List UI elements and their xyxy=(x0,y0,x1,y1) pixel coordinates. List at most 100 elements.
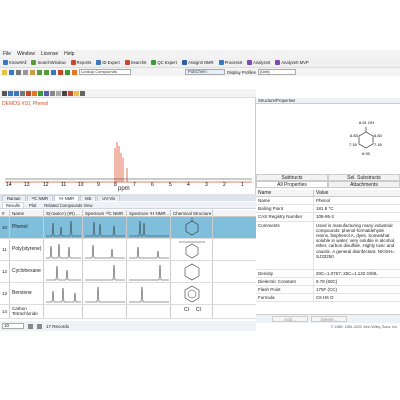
tick-11: 11 xyxy=(61,182,66,186)
col-property-name[interactable]: Name xyxy=(256,190,314,196)
qc-expert-button[interactable]: QC Expert xyxy=(149,60,179,65)
table-row[interactable]: 10 Phenol xyxy=(0,217,256,239)
table-row[interactable]: 11 Poly(styrene) xyxy=(0,239,256,261)
x-axis-label: ppm xyxy=(118,186,130,192)
ir-thumbnail xyxy=(44,239,83,260)
property-row[interactable]: Dielectric Constant 9.78 (60C) xyxy=(256,277,400,287)
peak-pick-icon[interactable] xyxy=(26,90,31,96)
tab-raman[interactable]: Raman xyxy=(2,195,26,201)
analyzeit-mvp-button[interactable]: AnalyzeIt MVP xyxy=(273,60,310,65)
analyzeit-button[interactable]: AnalyzeIt xyxy=(245,60,272,65)
col-structure[interactable]: Chemical Structure xyxy=(171,210,213,216)
stack-icon[interactable] xyxy=(44,90,49,96)
zoom-out-icon[interactable] xyxy=(14,90,19,96)
tick-5: 5 xyxy=(169,182,172,186)
menu-help[interactable]: Help xyxy=(61,51,77,57)
property-row[interactable]: Comments Used in manufacturing many indus… xyxy=(256,221,400,270)
results-table-body: 10 Phenol 11 Poly(styrene) 12 Cyclohexan… xyxy=(0,217,256,319)
zoom-icon[interactable] xyxy=(51,69,56,75)
tick-9: 9 xyxy=(97,182,100,186)
tab-all-properties[interactable]: All Properties xyxy=(256,181,328,188)
paste-icon[interactable] xyxy=(30,69,35,75)
next-icon[interactable] xyxy=(37,323,42,329)
h-label-5: 6.83 xyxy=(374,133,383,138)
undo-icon[interactable] xyxy=(37,69,42,75)
c13-thumbnail xyxy=(83,239,127,260)
table-row[interactable]: 12 Cyclohexane xyxy=(0,261,256,283)
cut-icon[interactable] xyxy=(58,69,63,75)
color-icon[interactable] xyxy=(74,90,79,96)
structure-viewer[interactable]: 6.51 OH 6.83 7.18 6.93 7.18 6.83 xyxy=(256,104,400,174)
searchwindow-button[interactable]: SearchWindow xyxy=(29,60,67,65)
phenol-ring xyxy=(358,131,374,149)
property-row[interactable]: Flash Point 175F (CC) xyxy=(256,286,400,295)
open-icon[interactable] xyxy=(2,69,7,75)
record-count: 17 Records xyxy=(46,323,70,329)
col-number[interactable]: # xyxy=(0,210,10,216)
tick-3: 3 xyxy=(205,182,208,186)
table-row[interactable]: 14 Carbon Tetrachloride Cl Cl xyxy=(0,305,256,319)
col-property-value[interactable]: Value xyxy=(314,190,400,196)
tick-2: 2 xyxy=(223,182,226,186)
assignit-nmr-button[interactable]: AssignIt NMR xyxy=(180,60,216,65)
table-row[interactable]: 13 Benzene xyxy=(0,283,256,305)
lookup-compounds-input[interactable]: Lookup Compounds xyxy=(79,69,131,75)
save-icon[interactable] xyxy=(9,69,14,75)
c13-thumbnail xyxy=(83,261,127,282)
property-row[interactable]: Formula C6 H6 O xyxy=(256,294,400,303)
property-row[interactable]: Name Phenol xyxy=(256,197,400,206)
pubchem-button[interactable]: PubChem xyxy=(185,69,225,75)
page-input[interactable]: 10 xyxy=(2,323,24,329)
ir-thumbnail xyxy=(44,261,83,282)
tab-plot[interactable]: Plot xyxy=(26,203,39,208)
pan-icon[interactable] xyxy=(20,90,25,96)
print-icon[interactable] xyxy=(16,69,21,75)
copy-icon[interactable] xyxy=(23,69,28,75)
tab-1h-nmr[interactable]: ¹H NMR xyxy=(54,195,80,201)
prev-icon[interactable] xyxy=(28,323,33,329)
tab-uv-vis[interactable]: UV-Vis xyxy=(97,195,121,201)
tab-ms[interactable]: MS xyxy=(80,195,97,201)
filter-icon[interactable] xyxy=(72,69,77,75)
knowitall-button[interactable]: KnowItAll xyxy=(1,60,28,65)
arrow-icon[interactable] xyxy=(68,90,73,96)
tab-related-compounds[interactable]: Related Compounds View xyxy=(41,203,95,208)
tab-results[interactable]: Results xyxy=(2,201,24,209)
lookup-icon[interactable] xyxy=(65,69,70,75)
property-row[interactable]: CAS Registry Number 108-95-2 xyxy=(256,213,400,222)
col-13c[interactable]: Spectrum ¹³C NMR ... xyxy=(83,210,127,216)
tab-attachments[interactable]: Attachments xyxy=(328,181,400,188)
col-name[interactable]: Name xyxy=(10,210,44,216)
menu-window[interactable]: Window xyxy=(14,51,38,57)
integrate-icon[interactable] xyxy=(32,90,37,96)
redo-icon[interactable] xyxy=(44,69,49,75)
property-row[interactable]: Density 20C=1.0767; 25C=1.132 G/ML xyxy=(256,269,400,278)
tab-subtructs[interactable]: Subtructs xyxy=(256,174,328,181)
menu-file[interactable]: File xyxy=(0,51,14,57)
display-profiles-select[interactable]: (Unit) xyxy=(257,69,296,75)
overlay-icon[interactable] xyxy=(38,90,43,96)
settings-icon[interactable] xyxy=(80,90,85,96)
id-expert-button[interactable]: ID Expert xyxy=(94,60,121,65)
add-button[interactable]: Add... xyxy=(272,316,308,322)
col-1h[interactable]: Spectrum ¹H NMR ... xyxy=(127,210,171,216)
processit-button[interactable]: ProcessIt xyxy=(217,60,244,65)
col-ir[interactable]: S(<auto>) (IR) ... xyxy=(44,210,83,216)
delete-button[interactable]: Delete... xyxy=(311,316,347,322)
structure-thumbnail xyxy=(171,239,213,260)
menu-license[interactable]: License xyxy=(38,51,61,57)
text-icon[interactable] xyxy=(62,90,67,96)
searchit-button[interactable]: SearchIt xyxy=(123,60,149,65)
grid-icon[interactable] xyxy=(56,90,61,96)
oh-label: 6.51 OH xyxy=(359,120,374,125)
fit-icon[interactable] xyxy=(50,90,55,96)
zoom-in-icon[interactable] xyxy=(8,90,13,96)
tick-12: 12 xyxy=(43,182,49,186)
property-row[interactable]: Boiling Point 181.8 °C xyxy=(256,205,400,214)
tab-sel-substructs[interactable]: Sel. Substructs xyxy=(328,174,400,181)
tab-13c-nmr[interactable]: ¹³C NMR xyxy=(26,195,54,201)
processit-icon xyxy=(218,60,224,65)
pointer-icon[interactable] xyxy=(2,90,7,96)
analyzeit-icon xyxy=(247,60,253,65)
reports-button[interactable]: Reports xyxy=(69,60,94,65)
